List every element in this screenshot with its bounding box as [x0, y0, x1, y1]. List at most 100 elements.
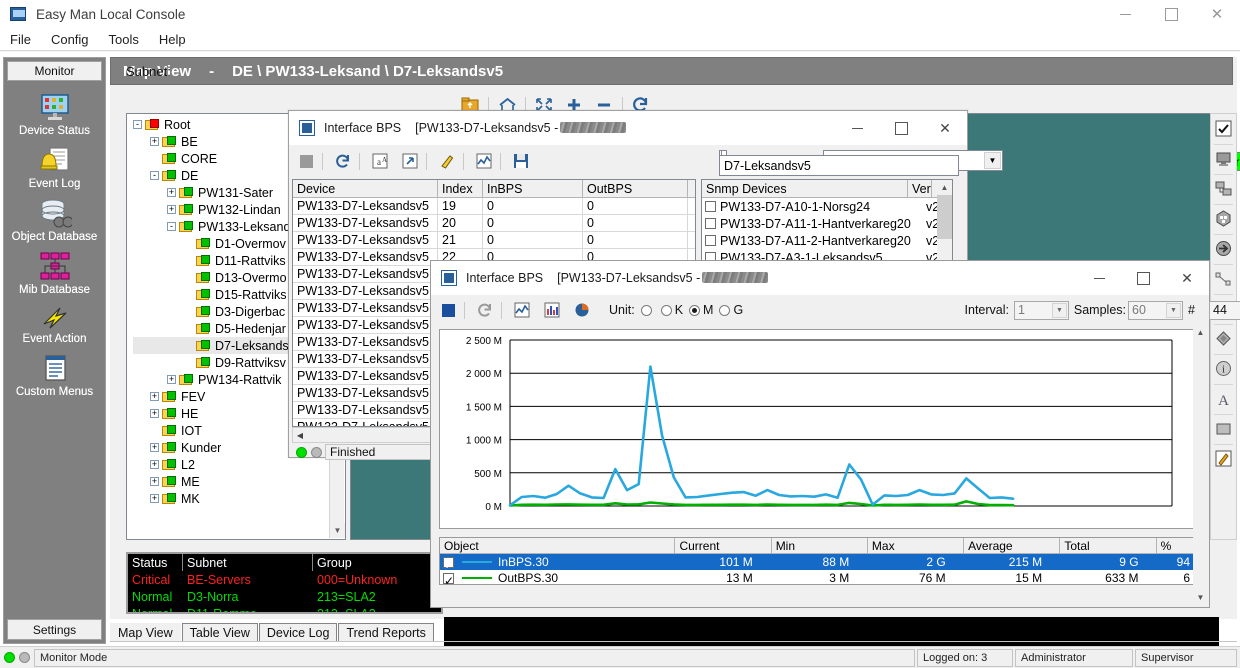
sidebar-item-event-log[interactable]: Event Log: [4, 146, 105, 190]
chevron-down-icon[interactable]: ▼: [1166, 302, 1181, 318]
link-arrow-icon[interactable]: [1212, 237, 1235, 260]
stop-icon[interactable]: [293, 150, 319, 172]
maximize-button[interactable]: [1148, 0, 1194, 28]
tree-node[interactable]: + ME: [133, 473, 345, 490]
minimize-button[interactable]: [1102, 0, 1148, 28]
sidebar-item-mib-database[interactable]: Mib Database: [4, 252, 105, 296]
checkbox[interactable]: [705, 218, 716, 229]
collapse-icon[interactable]: -: [133, 120, 142, 129]
polyline-icon[interactable]: [1212, 267, 1235, 290]
select-check-icon[interactable]: [1212, 117, 1235, 140]
interface-bps-chart-window[interactable]: Interface BPS [PW133-D7-Leksandsv5 - ✕ U…: [430, 260, 1240, 608]
sidebar-item-custom-menus[interactable]: Custom Menus: [4, 354, 105, 398]
info-icon[interactable]: i: [1212, 357, 1235, 380]
tree-node[interactable]: + MK: [133, 490, 345, 507]
expand-icon[interactable]: +: [150, 443, 159, 452]
expand-icon[interactable]: +: [150, 460, 159, 469]
scroll-thumb[interactable]: [937, 195, 952, 239]
expand-icon[interactable]: +: [150, 477, 159, 486]
expand-icon[interactable]: +: [150, 409, 159, 418]
table-row[interactable]: PW133-D7-Leksandsv5 19 0 0: [293, 198, 695, 215]
scroll-down-icon[interactable]: ▼: [330, 523, 345, 538]
maximize-button[interactable]: [1121, 261, 1165, 295]
expand-icon[interactable]: [397, 150, 423, 172]
expand-icon[interactable]: +: [150, 494, 159, 503]
list-item[interactable]: PW133-D7-A11-1-Hantverkareg20 v2c: [702, 215, 952, 232]
table-row[interactable]: Normal D11-Romme 213=SLA2: [128, 605, 441, 613]
expand-icon[interactable]: +: [167, 375, 176, 384]
text-icon[interactable]: A: [1212, 387, 1235, 410]
chart-icon[interactable]: [471, 150, 497, 172]
scroll-up-icon[interactable]: ▲: [1193, 325, 1208, 340]
minimize-button[interactable]: [835, 111, 879, 145]
save-icon[interactable]: [508, 150, 534, 172]
group-icon[interactable]: [1212, 207, 1235, 230]
subnet-status-grid[interactable]: Status Subnet Group Critical BE-Servers 00…: [126, 552, 443, 614]
table-row[interactable]: Critical BE-Servers 000=Unknown: [128, 571, 441, 588]
device-icon[interactable]: [1212, 147, 1235, 170]
unit-radio-none[interactable]: [640, 304, 652, 316]
close-button[interactable]: ✕: [923, 111, 967, 145]
list-item[interactable]: PW133-D7-A11-2-Hantverkareg20 v2c: [702, 232, 952, 249]
pencil-icon[interactable]: [434, 150, 460, 172]
interval-spinner[interactable]: 1 ▼: [1014, 300, 1069, 320]
scroll-left-icon[interactable]: ◀: [293, 428, 307, 442]
device-name-field[interactable]: D7-Leksandsv5: [719, 155, 959, 176]
table-row[interactable]: ✓ InBPS.30 101 M 88 M2 G 215 M9 G 94: [440, 554, 1200, 572]
tab-device-log[interactable]: Device Log: [258, 623, 338, 642]
tab-trend-reports[interactable]: Trend Reports: [338, 623, 434, 642]
menu-config[interactable]: Config: [41, 31, 99, 48]
collapse-icon[interactable]: -: [167, 222, 176, 231]
chart-scrollbar[interactable]: ▲ ▼: [1193, 325, 1208, 605]
table-row[interactable]: Normal D3-Norra 213=SLA2: [128, 588, 441, 605]
unit-radio-k[interactable]: [660, 304, 672, 316]
menu-help[interactable]: Help: [149, 31, 196, 48]
checkbox[interactable]: [705, 235, 716, 246]
menu-tools[interactable]: Tools: [99, 31, 149, 48]
unit-radio-g[interactable]: [719, 304, 731, 316]
maximize-button[interactable]: [879, 111, 923, 145]
checkbox[interactable]: ✓: [443, 572, 454, 584]
chevron-down-icon[interactable]: ▼: [1052, 302, 1067, 318]
edit-icon[interactable]: [1212, 447, 1235, 470]
unit-radio-m[interactable]: [689, 304, 701, 316]
sidebar-header-monitor[interactable]: Monitor: [7, 61, 102, 81]
chart-legend-table[interactable]: Object Current Min Max Average Total % ✓…: [439, 537, 1201, 585]
line-chart-icon[interactable]: [509, 299, 535, 321]
sidebar-item-device-status[interactable]: Device Status: [4, 93, 105, 137]
menu-file[interactable]: File: [0, 31, 41, 48]
sidebar-item-event-action[interactable]: Event Action: [4, 305, 105, 345]
close-button[interactable]: ✕: [1165, 261, 1209, 295]
scroll-down-icon[interactable]: ▼: [1193, 590, 1208, 605]
sidebar-settings-button[interactable]: Settings: [7, 619, 102, 640]
expand-icon[interactable]: +: [167, 188, 176, 197]
tab-table-view[interactable]: Table View: [181, 623, 258, 642]
expand-icon[interactable]: +: [150, 392, 159, 401]
list-item[interactable]: PW133-D7-A10-1-Norsg24 v2c: [702, 198, 952, 215]
chevron-down-icon[interactable]: ▼: [984, 152, 1001, 169]
refresh-icon[interactable]: [472, 299, 498, 321]
font-icon[interactable]: aA: [367, 150, 393, 172]
refresh-icon[interactable]: [330, 150, 356, 172]
pie-chart-icon[interactable]: [569, 299, 595, 321]
checkbox[interactable]: ✓: [443, 556, 454, 572]
snmp-scrollbar[interactable]: ▲: [937, 180, 952, 266]
expand-icon[interactable]: +: [167, 205, 176, 214]
sidebar-item-object-database[interactable]: Object Database: [4, 199, 105, 243]
bar-chart-icon[interactable]: [539, 299, 565, 321]
collapse-icon[interactable]: -: [150, 171, 159, 180]
stop-icon[interactable]: [435, 299, 461, 321]
table-row[interactable]: PW133-D7-Leksandsv5 20 0 0: [293, 215, 695, 232]
subnet-icon[interactable]: [1212, 177, 1235, 200]
expand-icon[interactable]: +: [150, 137, 159, 146]
diamond-icon[interactable]: [1212, 327, 1235, 350]
scroll-up-icon[interactable]: ▲: [937, 180, 952, 195]
count-field[interactable]: 44: [1209, 300, 1240, 320]
checkbox[interactable]: [705, 201, 716, 212]
close-button[interactable]: ✕: [1194, 0, 1240, 28]
rectangle-icon[interactable]: [1212, 417, 1235, 440]
snmp-devices-list[interactable]: Snmp Devices Ver PW133-D7-A10-1-Norsg24 v…: [701, 179, 953, 267]
samples-spinner[interactable]: 60 ▼: [1128, 300, 1183, 320]
tab-map-view[interactable]: Map View: [110, 623, 181, 642]
table-row[interactable]: PW133-D7-Leksandsv5 21 0 0: [293, 232, 695, 249]
